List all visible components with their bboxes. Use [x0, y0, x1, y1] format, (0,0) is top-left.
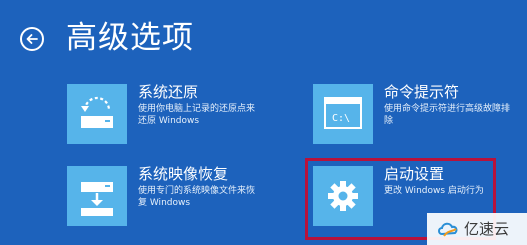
command-prompt-icon: C:\	[313, 84, 373, 144]
back-button[interactable]	[20, 27, 44, 51]
svg-text:C:\: C:\	[332, 113, 350, 124]
option-system-image-recovery[interactable]: 系统映像恢复 使用专门的系统映像文件来恢复 Windows	[67, 165, 267, 228]
option-description: 更改 Windows 启动行为	[384, 186, 484, 196]
option-title: 系统还原	[138, 83, 199, 101]
option-title: 启动设置	[384, 165, 445, 183]
gear-icon	[313, 166, 373, 226]
advanced-options-screen: 高级选项 系统还原 使用你电脑上记录的还原点来还原 Windows 系统映像恢复	[0, 0, 527, 245]
system-image-icon	[67, 166, 127, 226]
option-description: 使用专门的系统映像文件来恢复 Windows	[138, 186, 256, 208]
option-description: 使用你电脑上记录的还原点来还原 Windows	[138, 104, 256, 126]
option-description: 使用命令提示符进行高级故障排除	[384, 104, 511, 126]
option-command-prompt[interactable]: C:\ 命令提示符 使用命令提示符进行高级故障排除	[313, 83, 513, 146]
option-title: 系统映像恢复	[138, 165, 229, 183]
option-title: 命令提示符	[384, 83, 460, 101]
cloud-logo-icon	[438, 222, 458, 237]
watermark: 亿速云	[427, 213, 527, 245]
page-title: 高级选项	[66, 20, 194, 56]
option-system-restore[interactable]: 系统还原 使用你电脑上记录的还原点来还原 Windows	[67, 83, 267, 146]
back-arrow-icon	[26, 34, 38, 44]
watermark-text: 亿速云	[464, 220, 510, 238]
system-restore-icon	[67, 84, 127, 144]
